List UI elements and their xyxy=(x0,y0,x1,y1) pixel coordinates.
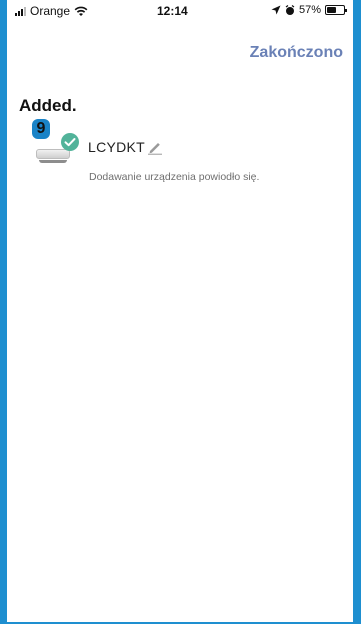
device-name: LCYDKT xyxy=(88,139,146,155)
status-right: 57% xyxy=(271,4,347,16)
status-time: 12:14 xyxy=(157,4,188,18)
battery-fill xyxy=(327,7,337,13)
device-icon xyxy=(36,149,70,163)
battery-percent: 57% xyxy=(298,4,321,16)
status-bar: Orange 12:14 57% xyxy=(7,0,353,22)
alarm-icon xyxy=(285,4,295,15)
carrier-label: Orange xyxy=(30,4,71,18)
step-number-badge: 9 xyxy=(32,119,50,139)
status-left: Orange xyxy=(15,4,88,18)
battery-icon xyxy=(325,5,347,15)
app-screen: Orange 12:14 57% Zakończono Added. 9 LCY… xyxy=(7,0,353,624)
check-icon xyxy=(61,133,79,151)
signal-icon xyxy=(15,6,26,16)
screenshot-frame: Orange 12:14 57% Zakończono Added. 9 LCY… xyxy=(0,0,361,624)
wifi-icon xyxy=(74,6,88,16)
edit-pencil-icon[interactable] xyxy=(147,139,163,155)
device-status-message: Dodawanie urządzenia powiodło się. xyxy=(89,171,260,183)
location-icon xyxy=(271,5,281,15)
done-button[interactable]: Zakończono xyxy=(250,44,343,62)
page-title: Added. xyxy=(19,96,77,115)
